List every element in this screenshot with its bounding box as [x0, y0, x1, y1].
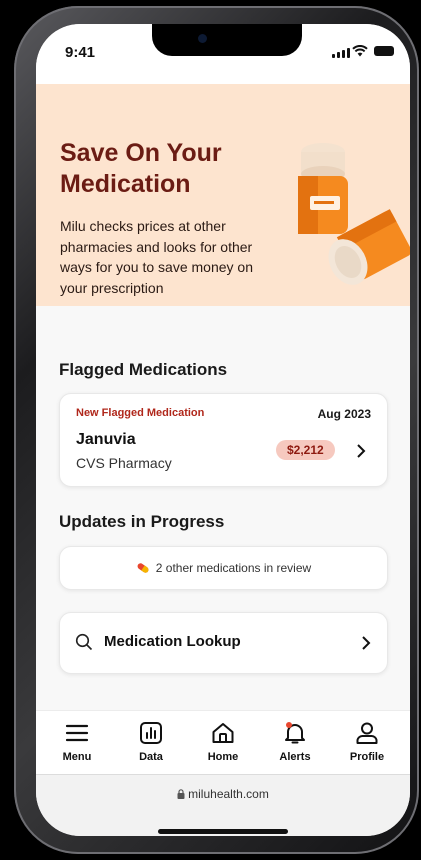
medication-lookup-button[interactable]: Medication Lookup	[59, 612, 388, 674]
tab-label: Home	[207, 751, 239, 763]
battery-icon	[374, 46, 394, 56]
chevron-right-icon	[362, 636, 371, 650]
hero-description: Milu checks prices at other pharmacies a…	[60, 218, 253, 296]
tab-label: Profile	[349, 751, 385, 763]
wifi-icon	[352, 45, 368, 57]
tab-label: Data	[139, 751, 163, 763]
tab-data[interactable]: Data	[116, 711, 186, 775]
person-icon	[356, 722, 378, 744]
chart-icon	[140, 722, 162, 744]
home-indicator[interactable]	[158, 829, 288, 834]
tab-label: Alerts	[279, 751, 311, 763]
tab-home[interactable]: Home	[188, 711, 258, 775]
price-badge: $2,212	[276, 440, 335, 460]
pill-bottles-illustration	[298, 143, 410, 285]
lock-icon	[177, 789, 185, 799]
chevron-right-icon	[357, 444, 366, 458]
tab-menu[interactable]: Menu	[42, 711, 112, 775]
phone-screen: 9:41 Save On Your Medication Milu checks…	[36, 24, 410, 836]
flagged-medication-card[interactable]: New Flagged Medication Aug 2023 Januvia …	[59, 393, 388, 487]
new-flag-label: New Flagged Medication	[76, 407, 205, 419]
url-text: miluhealth.com	[188, 787, 269, 801]
medication-lookup-label: Medication Lookup	[104, 633, 241, 650]
status-time: 9:41	[65, 44, 96, 61]
updates-heading: Updates in Progress	[59, 512, 225, 531]
savings-hero: Save On Your Medication Milu checks pric…	[36, 84, 410, 306]
tab-profile[interactable]: Profile	[332, 711, 402, 775]
bottom-tab-bar: Menu Data Home Alerts Profile	[36, 710, 410, 775]
search-icon	[75, 633, 93, 651]
pharmacy-name: CVS Pharmacy	[76, 455, 172, 471]
tab-alerts[interactable]: Alerts	[260, 711, 330, 775]
hero-title: Save On Your Medication	[60, 139, 222, 198]
pill-icon	[137, 563, 149, 573]
menu-icon	[65, 724, 89, 742]
notch	[152, 24, 302, 56]
review-status-text: 2 other medications in review	[155, 561, 312, 575]
browser-url-bar[interactable]: miluhealth.com	[36, 774, 410, 836]
home-icon	[212, 723, 234, 743]
flag-date: Aug 2023	[317, 407, 371, 421]
medications-in-review-card[interactable]: 2 other medications in review	[59, 546, 388, 590]
medication-name: Januvia	[76, 431, 136, 448]
flagged-medications-heading: Flagged Medications	[59, 360, 228, 379]
cellular-signal-icon	[332, 48, 350, 58]
tab-label: Menu	[62, 751, 92, 763]
camera-icon	[198, 34, 207, 43]
bell-icon	[285, 722, 305, 744]
